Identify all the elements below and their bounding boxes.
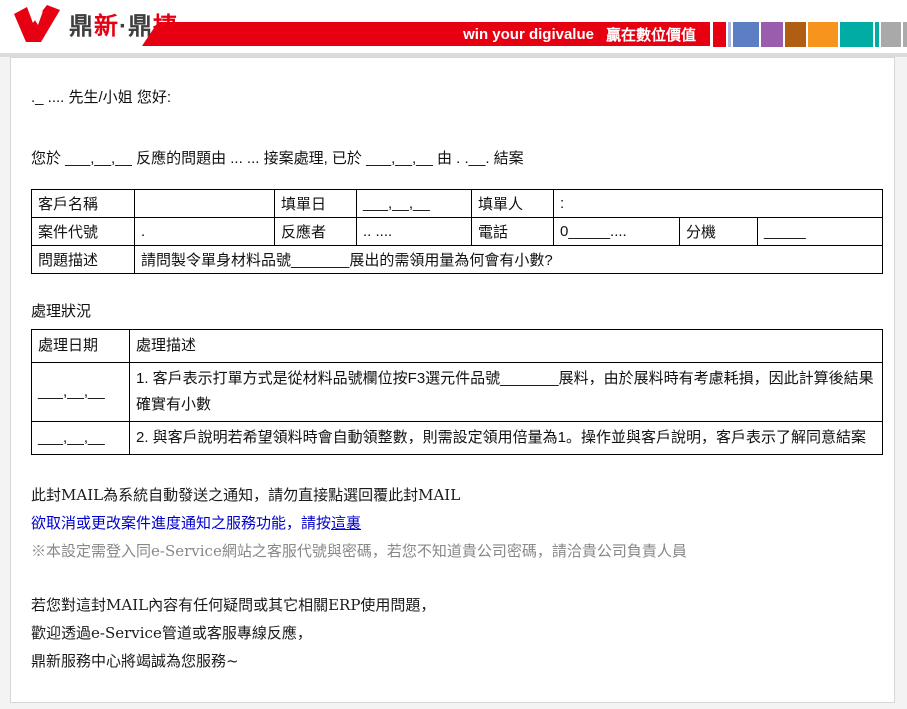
intro-line: 您於 ___,__,__ 反應的問題由 ... ... 接案處理, 已於 ___… bbox=[31, 150, 524, 167]
color-square bbox=[903, 22, 907, 47]
customer-name-label: 客戶名稱 bbox=[31, 189, 135, 218]
phone-label: 電話 bbox=[471, 217, 554, 246]
status-desc-header: 處理描述 bbox=[129, 329, 883, 363]
problem-value: 請問製令單身材料品號_______展出的需領用量為何會有小數? bbox=[133, 245, 884, 274]
service-note-line: ※本設定需登入同e-Service網站之客服代號與密碼，若您不知道貴公司密碼，請… bbox=[31, 542, 687, 560]
greeting-line: ._ .... 先生/小姐 您好: bbox=[31, 89, 172, 106]
status-desc-value: 2. 與客戶說明若希望領料時會自動領整數，則需設定領用倍量為1。操作並與客戶說明… bbox=[129, 421, 883, 455]
slogan-chinese: 贏在數位價值 bbox=[605, 26, 696, 44]
color-square bbox=[875, 22, 879, 47]
case-id-label: 案件代號 bbox=[31, 217, 135, 246]
color-square bbox=[728, 22, 731, 47]
color-square bbox=[785, 22, 806, 47]
table-row: ___,__,__ 1. 客戶表示打單方式是從材料品號欄位按F3選元件品號___… bbox=[31, 362, 883, 422]
content-panel: ._ .... 先生/小姐 您好: 您於 ___,__,__ 反應的問題由 ..… bbox=[10, 57, 895, 703]
table-row: 問題描述 請問製令單身材料品號_______展出的需領用量為何會有小數? bbox=[31, 245, 884, 274]
unsubscribe-link[interactable]: 這裏 bbox=[331, 514, 361, 532]
customer-name-value bbox=[134, 189, 275, 218]
status-desc-value: 1. 客戶表示打單方式是從材料品號欄位按F3選元件品號_______展料，由於展… bbox=[129, 362, 883, 422]
slogan-english: win your digivalue bbox=[463, 25, 594, 43]
status-section-title: 處理狀況 bbox=[31, 303, 92, 320]
fill-date-label: 填單日 bbox=[274, 189, 357, 218]
decorative-color-squares bbox=[713, 22, 907, 47]
color-square bbox=[881, 22, 901, 47]
status-table: 處理日期 處理描述 ___,__,__ 1. 客戶表示打單方式是從材料品號欄位按… bbox=[31, 329, 883, 455]
filler-label: 填單人 bbox=[471, 189, 554, 218]
table-header-row: 處理日期 處理描述 bbox=[31, 329, 883, 363]
table-row: 案件代號 . 反應者 .. .... 電話 0_____.... 分機 ____… bbox=[31, 217, 884, 246]
table-row: ___,__,__ 2. 與客戶說明若希望領料時會自動領整數，則需設定領用倍量為… bbox=[31, 421, 883, 455]
brand-char: 新 bbox=[94, 12, 119, 40]
brand-char: 鼎 bbox=[69, 12, 94, 40]
contact-paragraph: 若您對這封MAIL內容有任何疑問或其它相關ERP使用問題， 歡迎透過e-Serv… bbox=[31, 591, 874, 675]
mail-footer: 此封MAIL為系統自動發送之通知，請勿直接點選回覆此封MAIL 欲取消或更改案件… bbox=[31, 481, 874, 702]
mail-body: ._ .... 先生/小姐 您好: 您於 ___,__,__ 反應的問題由 ..… bbox=[11, 58, 894, 702]
case-id-value: . bbox=[134, 217, 275, 246]
color-square bbox=[713, 22, 726, 47]
brand-separator: · bbox=[119, 12, 128, 40]
status-date-value: ___,__,__ bbox=[31, 362, 130, 422]
extension-value: _____ bbox=[756, 217, 884, 246]
reporter-label: 反應者 bbox=[274, 217, 357, 246]
color-square bbox=[761, 22, 783, 47]
contact-line: 鼎新服務中心將竭誠為您服務~ bbox=[31, 652, 239, 670]
unsubscribe-text: 欲取消或更改案件進度通知之服務功能，請按 bbox=[31, 514, 332, 532]
filler-value: : bbox=[552, 189, 884, 218]
color-square bbox=[808, 22, 838, 47]
auto-notice-line: 此封MAIL為系統自動發送之通知，請勿直接點選回覆此封MAIL bbox=[31, 486, 461, 504]
page-header: 鼎新·鼎捷 win your digivalue 贏在數位價值 bbox=[0, 0, 907, 53]
contact-line: 歡迎透過e-Service管道或客服專線反應， bbox=[31, 624, 312, 642]
case-info-table: 客戶名稱 填單日 ___,__,__ 填單人 : 案件代號 . 反應者 .. .… bbox=[31, 189, 884, 274]
status-date-header: 處理日期 bbox=[31, 329, 130, 363]
color-square bbox=[840, 22, 873, 47]
slogan-banner: win your digivalue 贏在數位價值 bbox=[142, 22, 710, 46]
status-date-value: ___,__,__ bbox=[31, 421, 130, 455]
digiwin-logo-icon bbox=[14, 5, 60, 42]
extension-label: 分機 bbox=[679, 217, 758, 246]
color-square bbox=[733, 22, 759, 47]
contact-line: 若您對這封MAIL內容有任何疑問或其它相關ERP使用問題， bbox=[31, 596, 436, 614]
phone-value: 0_____.... bbox=[553, 217, 680, 246]
table-row: 客戶名稱 填單日 ___,__,__ 填單人 : bbox=[31, 189, 884, 218]
reporter-value: .. .... bbox=[356, 217, 472, 246]
unsubscribe-line: 欲取消或更改案件進度通知之服務功能，請按這裏 bbox=[31, 509, 874, 537]
fill-date-value: ___,__,__ bbox=[356, 189, 472, 218]
problem-label: 問題描述 bbox=[31, 245, 135, 274]
